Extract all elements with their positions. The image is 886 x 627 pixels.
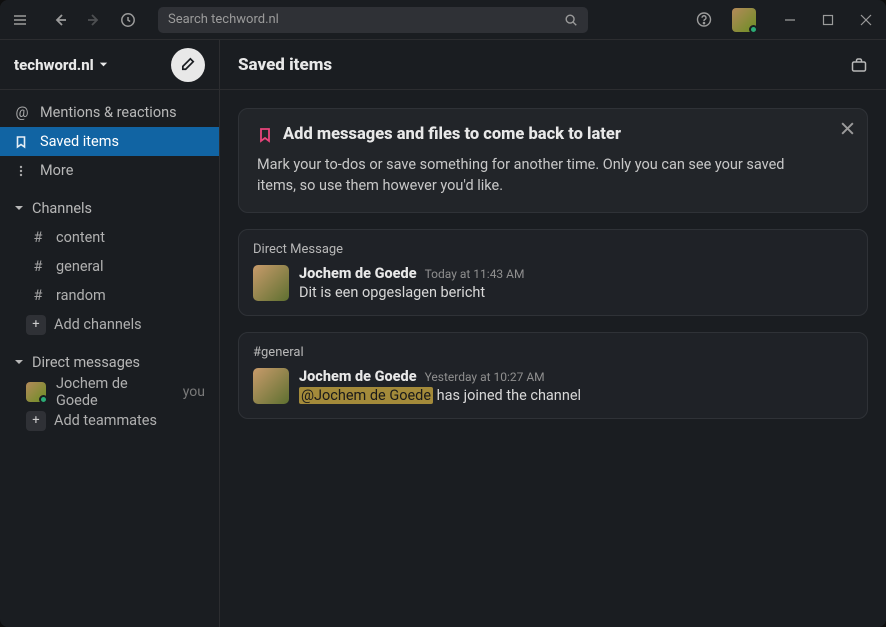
saved-message-card[interactable]: Direct Message Jochem de Goede Today at … bbox=[238, 229, 868, 316]
main-panel: Saved items Add messages and files to co bbox=[220, 40, 886, 627]
hash-icon: # bbox=[30, 287, 46, 304]
sidebar: techword.nl @ Mentions & reactions Saved… bbox=[0, 40, 220, 627]
sidebar-item-saved[interactable]: Saved items bbox=[0, 127, 219, 156]
at-icon: @ bbox=[14, 104, 30, 121]
window-minimize-button[interactable] bbox=[782, 12, 798, 28]
section-label: Direct messages bbox=[32, 354, 140, 371]
caret-down-icon bbox=[14, 203, 24, 213]
add-channels-button[interactable]: + Add channels bbox=[0, 310, 219, 339]
nav-forward-button bbox=[86, 12, 102, 28]
bookmark-icon bbox=[257, 127, 273, 143]
message-timestamp: Today at 11:43 AM bbox=[425, 267, 525, 281]
plus-icon: + bbox=[26, 315, 46, 335]
channel-item[interactable]: # random bbox=[0, 281, 219, 310]
window-close-button[interactable] bbox=[858, 12, 874, 28]
avatar bbox=[253, 265, 289, 301]
message-source: Direct Message bbox=[253, 242, 853, 257]
plus-icon: + bbox=[26, 411, 46, 431]
presence-indicator bbox=[749, 25, 758, 34]
dm-you-suffix: you bbox=[183, 384, 205, 400]
workspace-name: techword.nl bbox=[14, 56, 109, 74]
channel-name: random bbox=[56, 287, 106, 304]
close-icon bbox=[840, 121, 855, 136]
channel-item[interactable]: # content bbox=[0, 223, 219, 252]
titlebar: Search techword.nl bbox=[0, 0, 886, 40]
banner-close-button[interactable] bbox=[840, 121, 855, 136]
workspace-switcher[interactable]: techword.nl bbox=[0, 40, 219, 90]
channel-name: general bbox=[56, 258, 104, 275]
sidebar-item-label: Saved items bbox=[40, 133, 119, 150]
message-author: Jochem de Goede bbox=[299, 265, 417, 282]
help-button[interactable] bbox=[696, 12, 712, 28]
message-timestamp: Yesterday at 10:27 AM bbox=[425, 370, 545, 384]
caret-down-icon bbox=[14, 357, 24, 367]
presence-indicator bbox=[39, 395, 48, 404]
hamburger-icon[interactable] bbox=[12, 12, 28, 28]
info-banner: Add messages and files to come back to l… bbox=[238, 108, 868, 213]
header-action-button[interactable] bbox=[850, 56, 868, 74]
bookmark-icon bbox=[14, 135, 30, 149]
channel-name: content bbox=[56, 229, 105, 246]
search-input[interactable]: Search techword.nl bbox=[158, 7, 588, 33]
search-placeholder: Search techword.nl bbox=[168, 12, 564, 27]
sidebar-item-more[interactable]: More bbox=[0, 156, 219, 185]
message-text: Dit is een opgeslagen bericht bbox=[299, 284, 853, 301]
add-teammates-label: Add teammates bbox=[54, 412, 157, 429]
sidebar-section-channels[interactable]: Channels bbox=[0, 193, 219, 223]
sidebar-item-label: Mentions & reactions bbox=[40, 104, 177, 121]
banner-title: Add messages and files to come back to l… bbox=[283, 125, 621, 144]
chevron-down-icon bbox=[98, 59, 109, 70]
hash-icon: # bbox=[30, 258, 46, 275]
sidebar-item-mentions[interactable]: @ Mentions & reactions bbox=[0, 98, 219, 127]
main-header: Saved items bbox=[220, 40, 886, 90]
add-channels-label: Add channels bbox=[54, 316, 142, 333]
app-window: Search techword.nl techword.nl bbox=[0, 0, 886, 627]
mention: @Jochem de Goede bbox=[299, 387, 433, 404]
section-label: Channels bbox=[32, 200, 92, 217]
nav-back-button[interactable] bbox=[52, 12, 68, 28]
message-text: @Jochem de Goede has joined the channel bbox=[299, 387, 853, 404]
compose-icon bbox=[180, 56, 197, 73]
page-title: Saved items bbox=[238, 55, 332, 75]
message-source: #general bbox=[253, 345, 853, 360]
banner-body: Mark your to-dos or save something for a… bbox=[257, 154, 817, 196]
dm-name: Jochem de Goede bbox=[56, 375, 169, 409]
window-maximize-button[interactable] bbox=[820, 12, 836, 28]
add-teammates-button[interactable]: + Add teammates bbox=[0, 406, 219, 435]
search-icon bbox=[564, 13, 578, 27]
hash-icon: # bbox=[30, 229, 46, 246]
sidebar-item-label: More bbox=[40, 162, 73, 179]
more-icon bbox=[14, 164, 30, 178]
avatar bbox=[253, 368, 289, 404]
channel-item[interactable]: # general bbox=[0, 252, 219, 281]
avatar bbox=[26, 382, 46, 402]
message-text-after: has joined the channel bbox=[433, 387, 581, 404]
saved-message-card[interactable]: #general Jochem de Goede Yesterday at 10… bbox=[238, 332, 868, 419]
sidebar-section-dm[interactable]: Direct messages bbox=[0, 347, 219, 377]
compose-button[interactable] bbox=[171, 48, 205, 82]
briefcase-icon bbox=[850, 56, 868, 74]
history-button[interactable] bbox=[120, 12, 136, 28]
message-author: Jochem de Goede bbox=[299, 368, 417, 385]
user-avatar[interactable] bbox=[732, 8, 756, 32]
dm-item[interactable]: Jochem de Goede you bbox=[0, 377, 219, 406]
